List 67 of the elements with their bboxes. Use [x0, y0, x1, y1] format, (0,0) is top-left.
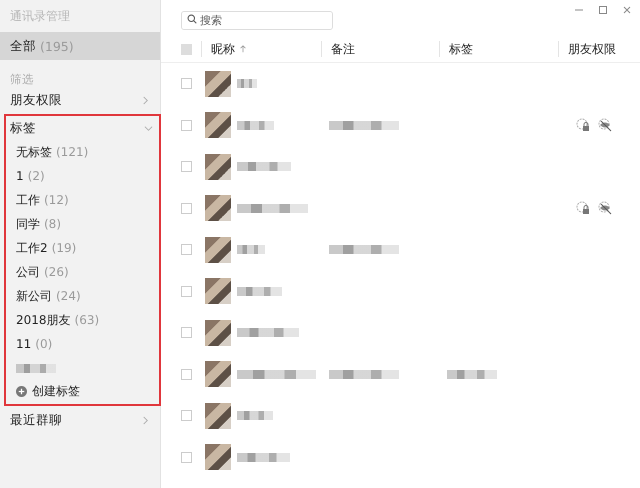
tag-item[interactable]: 无标签 (121) [6, 140, 159, 164]
search-field[interactable]: 搜索 [181, 10, 333, 30]
select-all-checkbox[interactable] [181, 44, 192, 54]
all-contacts-item[interactable]: 全部 (195) [0, 32, 160, 60]
lock-icon [576, 201, 590, 216]
avatar-placeholder [205, 278, 231, 304]
item-label: 标签 [10, 120, 36, 136]
avatar-placeholder [205, 361, 231, 388]
chevron-icon [141, 416, 150, 424]
row-checkbox[interactable] [181, 244, 192, 256]
item-label: 最近群聊 [10, 412, 62, 428]
tag-item[interactable]: 2018朋友 (63) [6, 308, 159, 332]
chevron-icon [144, 124, 153, 132]
tag-item[interactable]: 1 (2) [6, 164, 159, 188]
row-checkbox[interactable] [181, 120, 192, 131]
filter-heading: 筛选 [9, 72, 35, 88]
blurred-nickname [237, 411, 273, 420]
blurred-nickname [237, 204, 308, 213]
recent-groups-item[interactable]: 最近群聊 [0, 408, 160, 432]
tag-item[interactable]: 11 (0) [6, 332, 159, 356]
blurred-nickname [237, 245, 265, 254]
column-header[interactable]: 昵称 [201, 41, 321, 57]
row-checkbox[interactable] [181, 327, 192, 338]
row-checkbox[interactable] [181, 286, 192, 297]
blurred-nickname [237, 286, 282, 296]
row-checkbox[interactable] [181, 161, 192, 172]
column-header[interactable]: 备注 [321, 41, 439, 57]
lock-icon [576, 118, 590, 132]
avatar-placeholder [205, 402, 231, 429]
tag-item[interactable]: 工作 (12) [6, 188, 159, 212]
avatar-placeholder [205, 195, 231, 222]
tag-item[interactable]: 公司 (26) [6, 260, 159, 284]
avatar-placeholder [205, 320, 231, 346]
tag-item[interactable]: 新公司 (24) [6, 284, 159, 308]
item-label: 朋友权限 [10, 92, 62, 108]
blurred-nickname [237, 79, 257, 88]
avatar-placeholder [205, 112, 231, 138]
chevron-icon [141, 96, 150, 104]
column-header[interactable]: 朋友权限 [558, 41, 640, 57]
blurred-nickname [237, 328, 299, 338]
row-checkbox[interactable] [181, 202, 192, 214]
tag-item[interactable]: 同学 (8) [6, 212, 159, 236]
blurred-tag [16, 364, 56, 372]
row-checkbox[interactable] [181, 78, 192, 90]
avatar-placeholder [205, 236, 231, 263]
create-tag-button[interactable]: 创建标签 [6, 380, 90, 402]
blurred-nickname [237, 452, 290, 462]
hidden-eye-icon [598, 118, 612, 132]
sort-arrow-icon [239, 45, 247, 53]
tag-item[interactable]: 工作2 (19) [6, 236, 159, 260]
avatar-placeholder [205, 154, 231, 180]
row-checkbox[interactable] [181, 368, 192, 380]
hidden-eye-icon [598, 201, 612, 216]
close-icon[interactable] [622, 5, 632, 15]
avatar-placeholder [205, 70, 231, 97]
blurred-nickname [237, 120, 274, 130]
search-icon [187, 14, 197, 24]
window-title: 通讯录管理 [9, 8, 71, 25]
avatar-placeholder [205, 444, 231, 470]
row-checkbox[interactable] [181, 410, 192, 422]
column-header[interactable]: 标签 [439, 41, 558, 57]
tags-item[interactable]: 标签 [6, 116, 159, 140]
plus-icon [16, 386, 27, 396]
friend-permissions-item[interactable]: 朋友权限 [0, 88, 160, 112]
maximize-icon[interactable] [598, 5, 608, 15]
row-checkbox[interactable] [181, 452, 192, 463]
blurred-nickname [237, 162, 291, 172]
